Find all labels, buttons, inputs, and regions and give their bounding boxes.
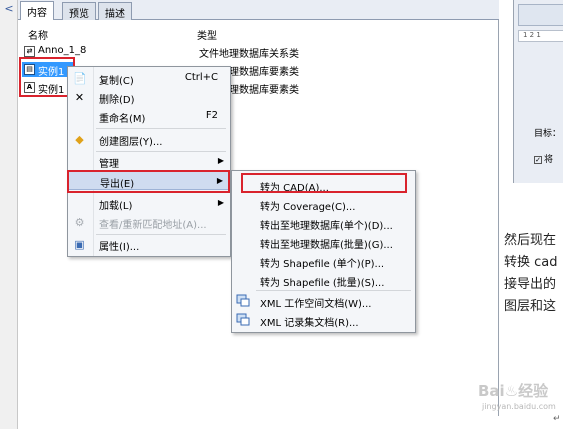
menu-item-delete[interactable]: ✕ 删除(D): [68, 88, 230, 107]
copy-icon: 📄: [73, 72, 87, 85]
submenu-arrow-icon: ▶: [217, 156, 224, 165]
column-type-header[interactable]: 类型: [197, 27, 217, 42]
menu-item-copy[interactable]: 📄 复制(C) Ctrl+C: [68, 69, 230, 88]
collapse-arrow-icon[interactable]: <: [3, 2, 15, 16]
menu-item-rematch-addresses: ⚙ 查看/重新匹配地址(A)...: [68, 213, 230, 232]
tab-bar: 内容 预览 描述: [18, 0, 499, 20]
checkbox[interactable]: ✓: [534, 155, 542, 164]
article-text-line: 转换 cad: [504, 255, 558, 270]
submenu-item-label: 转为 Shapefile (单个)(P)...: [260, 259, 385, 270]
menu-item-label: 管理: [99, 159, 119, 170]
table-row[interactable]: ⇄ Anno_1_8 文件地理数据库关系类: [24, 45, 494, 60]
menu-item-properties[interactable]: ▣ 属性(I)...: [68, 235, 230, 254]
target-label: 目标：: [534, 129, 562, 139]
menu-item-label: 创建图层(Y)...: [99, 137, 163, 148]
menu-item-manage[interactable]: 管理 ▶: [68, 152, 230, 171]
menu-item-label: 重命名(M): [99, 114, 146, 125]
submenu-item-to-shapefile-single[interactable]: 转为 Shapefile (单个)(P)...: [232, 251, 415, 270]
to-cad-callout-box: [241, 173, 407, 193]
export-callout-box: [67, 170, 230, 193]
paragraph-mark: ↵: [553, 414, 561, 424]
tab-description[interactable]: 描述: [98, 2, 132, 20]
article-text-line: 图层和这: [504, 299, 557, 314]
background-window: 1 2 1 目标： ✓ 将: [513, 0, 563, 183]
export-submenu: 转为 CAD(A)... 转为 Coverage(C)... 转出至地理数据库(…: [231, 170, 416, 333]
submenu-item-label: XML 记录集文档(R)...: [260, 318, 359, 329]
right-pane: 1 2 1 目标： ✓ 将 然后现在 转换 cad 接导出的 图层和这: [499, 0, 563, 429]
article-text-line: 接导出的: [504, 277, 557, 292]
menu-item-label: 属性(I)...: [99, 242, 140, 253]
menu-item-create-layer[interactable]: ◆ 创建图层(Y)...: [68, 130, 230, 149]
tab-contents[interactable]: 内容: [20, 1, 54, 20]
submenu-item-label: 转出至地理数据库(批量)(G)...: [260, 240, 393, 251]
menu-item-rename[interactable]: 重命名(M) F2: [68, 107, 230, 126]
xml-workspace-icon: [236, 294, 250, 307]
relationship-class-icon: ⇄: [24, 46, 35, 57]
menu-item-shortcut: Ctrl+C: [184, 72, 218, 83]
column-name-header[interactable]: 名称: [28, 27, 48, 42]
watermark-url: jingyan.baidu.com: [482, 402, 556, 411]
menu-item-label: 复制(C): [99, 76, 134, 87]
menu-item-label: 删除(D): [99, 95, 135, 106]
submenu-item-label: 转为 Coverage(C)...: [260, 202, 356, 213]
tab-preview[interactable]: 预览: [62, 2, 96, 20]
submenu-item-to-gdb-batch[interactable]: 转出至地理数据库(批量)(G)...: [232, 232, 415, 251]
geocode-icon: ⚙: [74, 216, 85, 229]
submenu-item-to-coverage[interactable]: 转为 Coverage(C)...: [232, 194, 415, 213]
submenu-item-label: 转为 Shapefile (批量)(S)...: [260, 278, 385, 289]
submenu-arrow-icon: ▶: [217, 198, 224, 207]
menu-separator: [96, 128, 226, 129]
submenu-item-label: XML 工作空间文档(W)...: [260, 299, 372, 310]
properties-icon: ▣: [74, 238, 85, 251]
xml-recordset-icon: [236, 313, 250, 326]
submenu-item-xml-workspace[interactable]: XML 工作空间文档(W)...: [232, 291, 415, 310]
menu-item-label: 查看/重新匹配地址(A)...: [99, 220, 207, 231]
submenu-item-to-gdb-single[interactable]: 转出至地理数据库(单个)(D)...: [232, 213, 415, 232]
option-checkbox-row[interactable]: ✓ 将: [534, 152, 553, 165]
menu-item-shortcut: F2: [205, 110, 218, 121]
menu-item-label: 加载(L): [99, 201, 133, 212]
window-toolbar: [518, 4, 563, 26]
delete-icon: ✕: [74, 91, 85, 104]
menu-item-load[interactable]: 加载(L) ▶: [68, 194, 230, 213]
baidu-watermark: Bai♨经验: [478, 382, 549, 400]
checkbox-label: 将: [544, 155, 554, 165]
submenu-item-to-shapefile-batch[interactable]: 转为 Shapefile (批量)(S)...: [232, 270, 415, 289]
article-text-line: 然后现在: [504, 233, 557, 248]
column-header: 名称 类型: [22, 27, 492, 42]
collapse-strip: <: [0, 0, 18, 429]
submenu-item-label: 转出至地理数据库(单个)(D)...: [260, 221, 393, 232]
context-menu: 📄 复制(C) Ctrl+C ✕ 删除(D) 重命名(M) F2 ◆ 创建图层(…: [67, 66, 231, 257]
row-type: 文件地理数据库关系类: [199, 49, 299, 60]
create-layer-icon: ◆: [75, 133, 84, 146]
submenu-item-xml-recordset[interactable]: XML 记录集文档(R)...: [232, 310, 415, 329]
row-name: Anno_1_8: [38, 45, 87, 56]
ruler: 1 2 1: [518, 30, 563, 42]
